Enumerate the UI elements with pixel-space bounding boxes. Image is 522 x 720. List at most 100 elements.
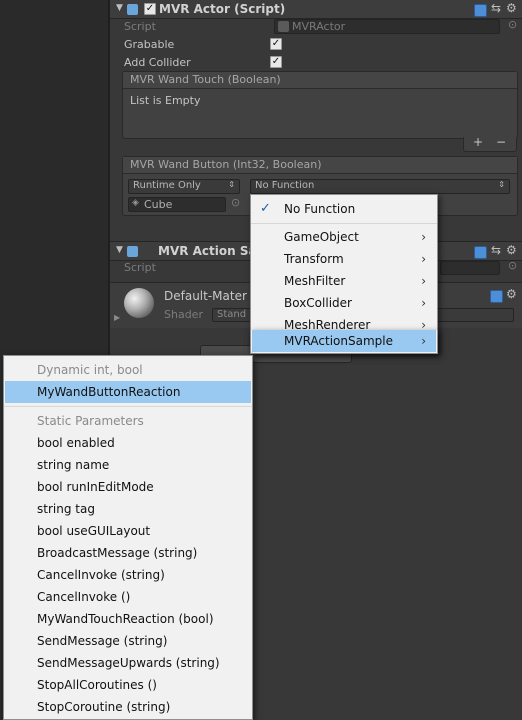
help-icon[interactable] [474,4,487,17]
menu-item-label: Transform [284,252,344,266]
foldout-arrow-icon[interactable]: ▼ [116,3,123,13]
script-value: MVRActor [292,20,346,33]
menu-item-static[interactable]: StopCoroutine (string) [5,696,251,718]
menu-item-label: SendMessage (string) [37,634,168,648]
menu-item-static[interactable]: SendMessageUpwards (string) [5,652,251,674]
menu-item-static[interactable]: string tag [5,498,251,520]
shader-value: Stand [217,309,247,320]
help-icon[interactable] [490,290,503,303]
menu-item-static[interactable]: CancelInvoke () [5,586,251,608]
menu-item-static[interactable]: bool enabled [5,432,251,454]
menu-item-label: string tag [37,502,95,516]
grabable-checkbox[interactable]: ✓ [270,38,282,50]
menu-item-static[interactable]: CancelInvoke (string) [5,564,251,586]
dynamic-header: Dynamic int, bool [5,359,251,381]
menu-item-gameobject[interactable]: GameObject › [252,226,436,248]
wand-button-title: MVR Wand Button (Int32, Boolean) [130,158,322,171]
static-header-text: Static Parameters [37,414,144,428]
script-icon [127,246,138,257]
wand-touch-event: MVR Wand Touch (Boolean) List is Empty [122,71,518,139]
menu-item-static[interactable]: bool runInEditMode [5,476,251,498]
script-select-icon[interactable]: ⊙ [508,18,517,31]
menu-item-mywandbuttonreaction[interactable]: MyWandButtonReaction [5,381,251,403]
action-script-label: Script [124,261,156,274]
foldout-arrow-icon[interactable]: ▼ [116,245,123,255]
chevron-right-icon: › [421,296,426,310]
dropdown-arrows-icon: ⇕ [498,180,505,189]
menu-item-label: BroadcastMessage (string) [37,546,198,560]
gear-icon[interactable]: ⚙ [506,1,517,15]
add-collider-checkbox[interactable]: ✓ [270,56,282,68]
menu-item-static[interactable]: SendMessage (string) [5,630,251,652]
dropdown-arrows-icon: ⇕ [228,180,235,189]
dynamic-header-text: Dynamic int, bool [37,363,143,377]
menu-item-label: MyWandButtonReaction [37,385,181,399]
menu-item-label: MVRActionSample [284,334,393,348]
menu-item-label: BoxCollider [284,296,352,310]
cube-icon: ◈ [132,198,139,208]
menu-item-static[interactable]: BroadcastMessage (string) [5,542,251,564]
wand-button-header: MVR Wand Button (Int32, Boolean) [123,157,517,174]
menu-item-static[interactable]: MyWandTouchReaction (bool) [5,608,251,630]
add-event-button[interactable]: + [473,135,483,149]
gear-icon[interactable]: ⚙ [506,287,517,301]
menu-item-label: bool useGUILayout [37,524,151,538]
menu-item-boxcollider[interactable]: BoxCollider › [252,292,436,314]
add-collider-label: Add Collider [124,56,191,69]
script-field[interactable]: MVRActor [274,19,500,34]
menu-item-label: StopCoroutine (string) [37,700,171,714]
runtime-only-value: Runtime Only [133,180,201,191]
menu-item-label: CancelInvoke (string) [37,568,165,582]
menu-item-label: StopAllCoroutines () [37,678,157,692]
component-title: MVR Actor (Script) [159,2,286,16]
list-empty-text: List is Empty [130,94,201,107]
preset-icon[interactable]: ⇆ [491,243,501,257]
help-icon[interactable] [474,246,487,259]
menu-item-label: SendMessageUpwards (string) [37,656,220,670]
function-dropdown[interactable]: No Function ⇕ [250,179,510,194]
checkmark-icon: ✓ [260,201,271,216]
material-sphere-icon [124,288,154,318]
runtime-only-dropdown[interactable]: Runtime Only ⇕ [128,179,240,194]
remove-event-button[interactable]: − [496,135,506,149]
wand-touch-header: MVR Wand Touch (Boolean) [123,72,517,89]
function-value: No Function [255,180,315,191]
object-value: Cube [144,198,173,211]
menu-item-static[interactable]: bool useGUILayout [5,520,251,542]
chevron-right-icon: › [421,274,426,288]
menu-item-label: bool runInEditMode [37,480,154,494]
gear-icon[interactable]: ⚙ [506,243,517,257]
action-sample-title: MVR Action Sa [158,244,257,258]
menu-item-label: MyWandTouchReaction (bool) [37,612,214,626]
mvr-actor-header[interactable]: ▼ ✓ MVR Actor (Script) ⇆ ⚙ [110,0,522,19]
menu-item-no-function[interactable]: ✓ No Function [252,198,436,220]
wand-touch-footer: + − [463,135,517,152]
menu-item-label: No Function [284,202,356,216]
chevron-right-icon: › [421,252,426,266]
menu-item-meshfilter[interactable]: MeshFilter › [252,270,436,292]
action-script-field[interactable] [440,261,500,275]
menu-item-label: GameObject [284,230,359,244]
chevron-right-icon: › [421,334,426,348]
preset-icon[interactable]: ⇆ [491,1,501,15]
method-submenu: Dynamic int, bool MyWandButtonReaction S… [3,355,253,720]
function-menu-bottom: MVRActionSample › [250,330,438,354]
shader-label: Shader [164,308,203,321]
object-select-icon[interactable]: ⊙ [231,196,240,209]
static-header: Static Parameters [5,410,251,432]
menu-item-static[interactable]: string name [5,454,251,476]
component-enabled-checkbox[interactable]: ✓ [144,3,156,15]
object-field[interactable]: ◈ Cube [128,197,226,212]
menu-item-transform[interactable]: Transform › [252,248,436,270]
wand-touch-title: MVR Wand Touch (Boolean) [130,73,281,86]
menu-item-label: string name [37,458,110,472]
foldout-arrow-icon[interactable]: ▶ [114,313,120,322]
menu-separator [4,406,252,407]
script-select-icon[interactable]: ⊙ [508,259,517,272]
grabable-label: Grabable [124,38,175,51]
menu-item-static[interactable]: StopAllCoroutines () [5,674,251,696]
script-label: Script [124,20,156,33]
menu-item-mvractionsample[interactable]: MVRActionSample › [252,330,436,352]
menu-item-label: bool enabled [37,436,115,450]
material-name: Default-Mater [164,289,247,303]
